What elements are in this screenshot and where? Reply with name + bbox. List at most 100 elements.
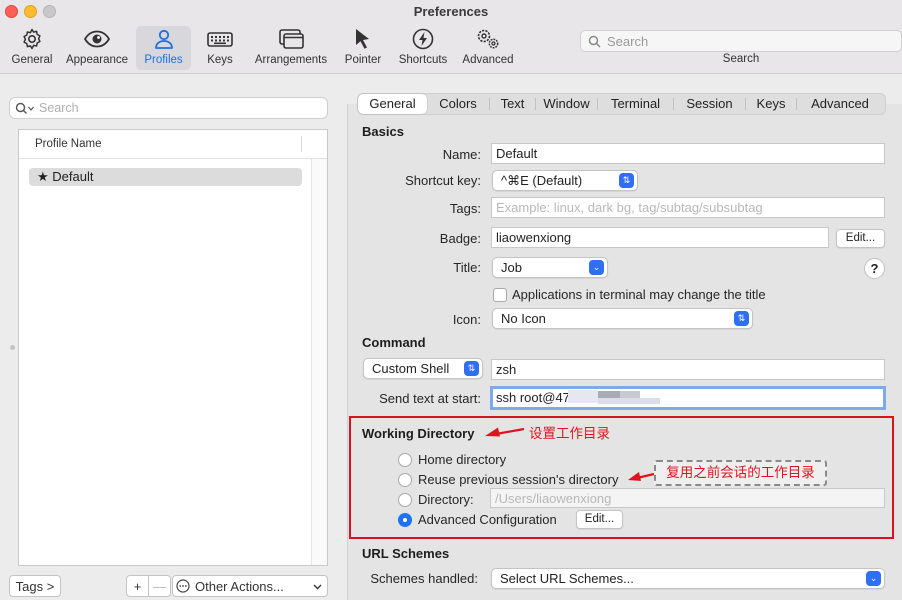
tab-colors[interactable]: Colors	[427, 94, 489, 114]
tab-general[interactable]: General	[358, 94, 427, 114]
shortcut-key-label: Shortcut key:	[405, 173, 481, 188]
profile-row-name: Default	[52, 169, 94, 184]
gears-icon	[477, 29, 499, 49]
directory-path-field[interactable]: /Users/liaowenxiong	[490, 488, 885, 508]
settings-tab-bar: General Colors Text Window Terminal Sess…	[357, 93, 886, 115]
url-schemes-value: Select URL Schemes...	[500, 571, 634, 586]
redaction-blur	[568, 390, 660, 404]
toolbar-keys-label: Keys	[207, 54, 233, 66]
toolbar-general[interactable]: General	[6, 26, 58, 70]
badge-field[interactable]: liaowenxiong	[491, 227, 829, 248]
radio-home-directory-label: Home directory	[418, 452, 507, 467]
title-change-checkbox[interactable]	[493, 288, 507, 302]
keyboard-icon	[207, 32, 233, 47]
command-field[interactable]: zsh	[491, 359, 885, 380]
basics-section-header: Basics	[362, 124, 404, 139]
help-button[interactable]: ?	[864, 258, 885, 279]
toolbar-arrangements[interactable]: Arrangements	[251, 26, 331, 70]
toolbar-pointer[interactable]: Pointer	[340, 26, 386, 70]
tab-window[interactable]: Window	[536, 94, 597, 114]
url-schemes-popup[interactable]: Select URL Schemes... ⌄	[491, 568, 885, 589]
chevron-down-icon: ⌄	[589, 260, 604, 275]
toolbar-shortcuts[interactable]: Shortcuts	[394, 26, 452, 70]
toolbar-advanced[interactable]: Advanced	[460, 26, 516, 70]
profile-name-column-header[interactable]: Profile Name	[19, 130, 327, 159]
send-text-label: Send text at start:	[379, 391, 481, 406]
toolbar-profiles-label: Profiles	[144, 54, 183, 66]
command-type-popup[interactable]: Custom Shell ⇅	[363, 358, 483, 379]
schemes-handled-label: Schemes handled:	[370, 571, 478, 586]
advanced-configuration-edit-button[interactable]: Edit...	[576, 510, 623, 529]
bolt-icon	[412, 28, 434, 50]
toolbar-search-field[interactable]: Search	[580, 30, 902, 52]
shortcut-key-popup[interactable]: ^⌘E (Default) ⇅	[492, 170, 638, 191]
toolbar-appearance-label: Appearance	[65, 54, 129, 66]
ellipsis-circle-icon	[176, 579, 190, 593]
tab-session[interactable]: Session	[674, 94, 745, 114]
profile-search-placeholder: Search	[39, 101, 79, 115]
profile-list: Profile Name ★ Default	[18, 129, 328, 566]
other-actions-popup[interactable]: Other Actions...	[172, 575, 328, 597]
eye-icon	[83, 30, 111, 48]
title-change-checkbox-label: Applications in terminal may change the …	[512, 287, 766, 302]
toolbar-appearance[interactable]: Appearance	[62, 26, 132, 70]
remove-profile-button[interactable]: —	[148, 575, 171, 597]
window-title: Preferences	[413, 4, 489, 19]
person-icon	[154, 29, 173, 49]
badge-edit-button[interactable]: Edit...	[836, 229, 885, 248]
chevron-down-icon	[313, 584, 322, 590]
icon-label: Icon:	[452, 312, 481, 327]
icon-popup[interactable]: No Icon ⇅	[492, 308, 753, 329]
search-filter-icon	[15, 102, 34, 114]
search-icon	[588, 35, 601, 48]
other-actions-label: Other Actions...	[195, 578, 284, 594]
toolbar-search-label: Search	[722, 53, 760, 65]
popup-stepper-icon: ⇅	[464, 361, 479, 376]
popup-stepper-icon: ⇅	[619, 173, 634, 188]
icon-value: No Icon	[501, 311, 546, 326]
title-value: Job	[501, 260, 522, 275]
column-divider	[301, 136, 302, 152]
tags-label: Tags:	[449, 201, 481, 216]
windows-icon	[279, 29, 304, 49]
toolbar-arrangements-label: Arrangements	[254, 54, 328, 66]
command-type-value: Custom Shell	[372, 361, 450, 376]
radio-directory-label: Directory:	[418, 492, 474, 507]
arrow-left-icon	[628, 472, 655, 481]
splitter-handle[interactable]	[10, 345, 15, 350]
toolbar-keys[interactable]: Keys	[199, 26, 241, 70]
shortcut-key-value: ^⌘E (Default)	[501, 173, 583, 188]
title-popup[interactable]: Job ⌄	[492, 257, 608, 278]
url-schemes-section-header: URL Schemes	[362, 546, 450, 561]
cursor-icon	[356, 29, 369, 49]
toolbar-shortcuts-label: Shortcuts	[398, 54, 448, 66]
profile-row-default[interactable]: ★ Default	[29, 168, 302, 186]
add-profile-button[interactable]: +	[126, 575, 149, 597]
radio-advanced-configuration[interactable]	[398, 513, 412, 527]
name-label: Name:	[442, 147, 481, 162]
chevron-down-icon: ⌄	[866, 571, 881, 586]
gear-icon	[23, 28, 41, 50]
annotation-set-working-directory: 设置工作目录	[529, 426, 610, 441]
tab-advanced[interactable]: Advanced	[797, 94, 883, 114]
tab-terminal[interactable]: Terminal	[598, 94, 673, 114]
radio-advanced-configuration-label: Advanced Configuration	[418, 512, 557, 527]
arrow-left-icon	[485, 427, 525, 437]
profile-search-field[interactable]: Search	[9, 97, 328, 119]
toolbar-search-placeholder: Search	[607, 33, 649, 49]
profile-list-scrollbar[interactable]	[311, 159, 327, 565]
send-text-field[interactable]: ssh root@47	[490, 386, 886, 410]
tags-field[interactable]: Example: linux, dark bg, tag/subtag/subs…	[491, 197, 885, 218]
tags-button[interactable]: Tags >	[9, 575, 61, 597]
radio-directory[interactable]	[398, 493, 412, 507]
toolbar-profiles[interactable]: Profiles	[136, 26, 191, 70]
radio-home-directory[interactable]	[398, 453, 412, 467]
radio-reuse-previous-directory[interactable]	[398, 473, 412, 487]
tab-text[interactable]: Text	[490, 94, 535, 114]
star-icon: ★	[37, 169, 49, 184]
toolbar-advanced-label: Advanced	[462, 54, 514, 66]
name-field[interactable]: Default	[491, 143, 885, 164]
popup-stepper-icon: ⇅	[734, 311, 749, 326]
toolbar-pointer-label: Pointer	[344, 54, 382, 66]
tab-keys[interactable]: Keys	[746, 94, 796, 114]
